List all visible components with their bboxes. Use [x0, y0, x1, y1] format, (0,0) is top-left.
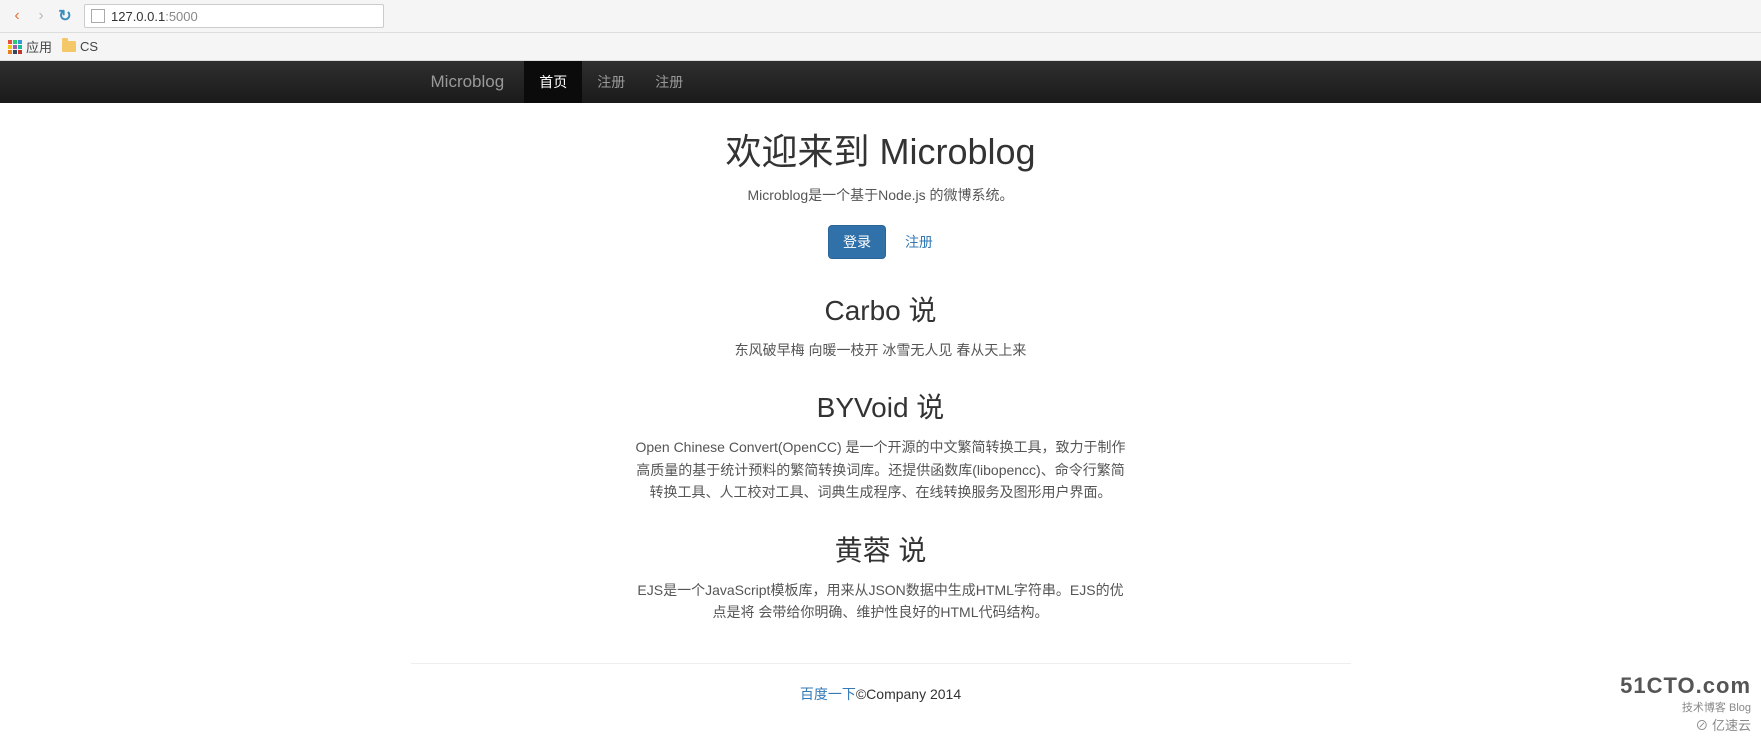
post-body: 东风破早梅 向暖一枝开 冰雪无人见 春从天上来	[631, 339, 1131, 361]
nav-register-2[interactable]: 注册	[640, 61, 698, 103]
watermark-logo: 51CTO.com	[1620, 673, 1751, 699]
browser-toolbar: ‹ › ↻ 127.0.0.1:5000	[0, 0, 1761, 33]
apps-icon	[8, 40, 22, 54]
url-port: :5000	[165, 9, 198, 24]
post-item: BYVoid 说 Open Chinese Convert(OpenCC) 是一…	[411, 386, 1351, 503]
folder-icon	[62, 41, 76, 52]
login-button[interactable]: 登录	[828, 225, 886, 259]
apps-label: 应用	[26, 37, 52, 56]
bookmark-cs-label: CS	[80, 39, 98, 54]
bookmarks-bar: 应用 CS	[0, 33, 1761, 61]
reload-button[interactable]: ↻	[56, 7, 74, 25]
post-title: BYVoid 说	[411, 386, 1351, 426]
back-button[interactable]: ‹	[8, 7, 26, 25]
post-item: Carbo 说 东风破早梅 向暖一枝开 冰雪无人见 春从天上来	[411, 289, 1351, 361]
post-body: Open Chinese Convert(OpenCC) 是一个开源的中文繁简转…	[631, 436, 1131, 503]
footer: 百度一下©Company 2014	[411, 663, 1351, 724]
page-icon	[91, 9, 105, 23]
apps-shortcut[interactable]: 应用	[8, 37, 52, 56]
brand[interactable]: Microblog	[411, 61, 525, 103]
url-host: 127.0.0.1	[111, 9, 165, 24]
browser-chrome: ‹ › ↻ 127.0.0.1:5000 应用 CS	[0, 0, 1761, 61]
hero-title: 欢迎来到 Microblog	[411, 123, 1351, 175]
register-link[interactable]: 注册	[905, 234, 933, 250]
url-bar[interactable]: 127.0.0.1:5000	[84, 4, 384, 28]
watermark-sub: 技术博客 Blog	[1620, 699, 1751, 715]
post-title: Carbo 说	[411, 289, 1351, 329]
bookmark-cs[interactable]: CS	[62, 39, 98, 54]
post-body: EJS是一个JavaScript模板库，用来从JSON数据中生成HTML字符串。…	[631, 579, 1131, 624]
main-container: 欢迎来到 Microblog Microblog是一个基于Node.js 的微博…	[411, 103, 1351, 724]
footer-copy: ©Company 2014	[856, 686, 961, 702]
watermark: 51CTO.com 技术博客 Blog ⊘ 亿速云	[1620, 673, 1751, 734]
post-title: 黄蓉 说	[411, 529, 1351, 569]
post-item: 黄蓉 说 EJS是一个JavaScript模板库，用来从JSON数据中生成HTM…	[411, 529, 1351, 624]
hero: 欢迎来到 Microblog Microblog是一个基于Node.js 的微博…	[411, 123, 1351, 259]
nav-home[interactable]: 首页	[524, 61, 582, 103]
footer-link[interactable]: 百度一下	[800, 686, 856, 702]
navbar: Microblog 首页 注册 注册	[0, 61, 1761, 103]
hero-subtitle: Microblog是一个基于Node.js 的微博系统。	[411, 185, 1351, 205]
nav-register-1[interactable]: 注册	[582, 61, 640, 103]
forward-button[interactable]: ›	[32, 7, 50, 25]
watermark-yy: ⊘ 亿速云	[1620, 715, 1751, 734]
